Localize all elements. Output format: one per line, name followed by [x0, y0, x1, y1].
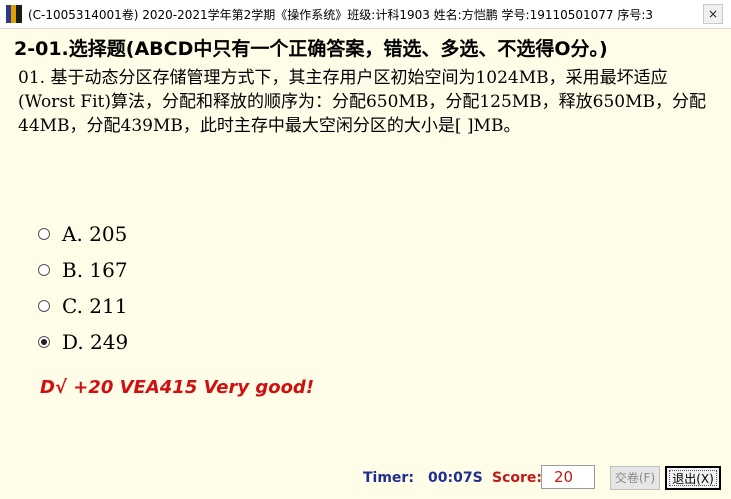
- question-text: 01. 基于动态分区存储管理方式下，其主存用户区初始空间为1024MB，采用最坏…: [18, 68, 707, 136]
- option-d-label: D. 249: [62, 330, 129, 354]
- exit-button[interactable]: 退出(X): [665, 466, 721, 490]
- timer-label: Timer:: [363, 470, 414, 486]
- option-a-label: A. 205: [62, 222, 128, 246]
- option-b-label: B. 167: [62, 258, 128, 282]
- timer-value: 00:07S: [428, 470, 483, 486]
- radio-c[interactable]: [38, 300, 50, 312]
- option-d[interactable]: D. 249: [38, 324, 128, 360]
- title-bar: (C-1005314001卷) 2020-2021学年第2学期《操作系统》班级:…: [0, 0, 731, 29]
- option-c[interactable]: C. 211: [38, 288, 128, 324]
- feedback-message: D√ +20 VEA415 Very good!: [40, 377, 315, 398]
- score-label: Score:: [492, 470, 542, 486]
- status-bar: Timer: 00:07S Score: 20 交卷(F) 退出(X): [0, 462, 731, 494]
- option-b[interactable]: B. 167: [38, 252, 128, 288]
- score-field: 20: [541, 465, 595, 489]
- section-heading: 2-01.选择题(ABCD中只有一个正确答案，错选、多选、不选得O分。): [14, 38, 608, 60]
- radio-b[interactable]: [38, 264, 50, 276]
- option-a[interactable]: A. 205: [38, 216, 128, 252]
- options-list: A. 205 B. 167 C. 211 D. 249: [38, 216, 128, 360]
- radio-a[interactable]: [38, 228, 50, 240]
- radio-d[interactable]: [38, 336, 50, 348]
- window-title: (C-1005314001卷) 2020-2021学年第2学期《操作系统》班级:…: [28, 7, 654, 22]
- app-icon: [6, 5, 22, 23]
- option-c-label: C. 211: [62, 294, 128, 318]
- close-button[interactable]: ×: [703, 4, 723, 24]
- submit-button[interactable]: 交卷(F): [610, 466, 660, 490]
